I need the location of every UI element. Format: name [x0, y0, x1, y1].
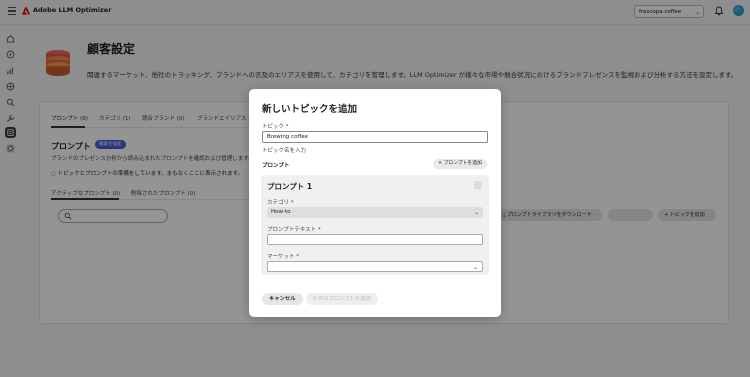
add-topic-dialog: 新しいトピックを追加 トピック * Brewing coffee トピック名を入… [249, 89, 501, 317]
prompts-label: プロンプト [262, 163, 290, 169]
topic-input-value: Brewing coffee [267, 134, 308, 140]
market-label: マーケット * [267, 254, 299, 260]
category-select[interactable]: How-to ⌄ [267, 207, 483, 218]
prompt-card: プロンプト 1 カテゴリ * How-to ⌄ プロンプトテキスト * マーケッ… [261, 175, 489, 275]
topic-helper-text: トピック名を入力 [262, 148, 307, 154]
prompt-text-input[interactable] [267, 234, 483, 245]
topic-label: トピック * [262, 124, 289, 130]
plus-icon: + [438, 161, 443, 166]
topic-input[interactable]: Brewing coffee [262, 131, 488, 143]
prompt-card-title: プロンプト 1 [267, 182, 313, 191]
add-prompts-button[interactable]: 0 件のプロンプトを追加 [306, 293, 378, 305]
add-prompt-button[interactable]: + プロンプトを追加 [433, 159, 487, 169]
chevron-down-icon: ⌄ [473, 209, 479, 216]
dialog-title: 新しいトピックを追加 [262, 104, 358, 115]
category-label: カテゴリ * [267, 200, 294, 206]
category-select-value: How-to [271, 209, 291, 215]
market-select[interactable]: ⌄ [267, 261, 483, 272]
cancel-button[interactable]: キャンセル [262, 293, 303, 305]
add-prompt-label: プロンプトを追加 [443, 161, 482, 166]
prompt-text-label: プロンプトテキスト * [267, 227, 321, 233]
chevron-down-icon: ⌄ [472, 264, 478, 271]
trash-icon[interactable] [474, 181, 482, 189]
